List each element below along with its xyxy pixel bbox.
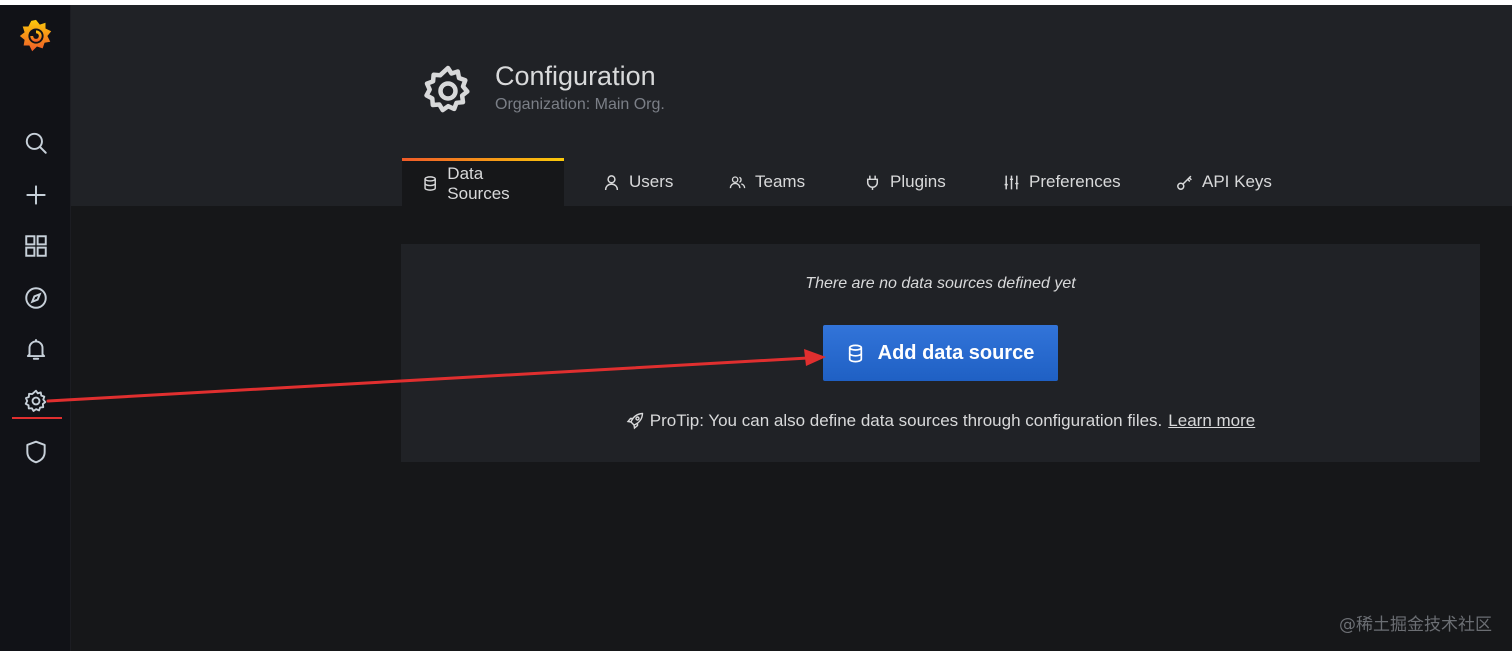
explore-icon[interactable] — [11, 276, 61, 320]
empty-state-card: There are no data sources defined yet Ad… — [401, 244, 1480, 462]
tab-preferences[interactable]: Preferences — [985, 158, 1139, 206]
tab-label: Plugins — [890, 172, 946, 191]
protip-text: ProTip: You can also define data sources… — [649, 411, 1163, 430]
tab-label: Users — [629, 172, 674, 191]
watermark: @稀土掘金技术社区 — [1339, 615, 1492, 635]
search-icon[interactable] — [11, 121, 61, 165]
shield-icon[interactable] — [11, 430, 61, 474]
sliders-icon — [1004, 175, 1019, 189]
key-icon — [1177, 175, 1192, 190]
page-subtitle: Organization: Main Org. — [495, 96, 665, 113]
add-data-source-label: Add data source — [877, 341, 1035, 364]
database-icon — [424, 176, 436, 191]
alerting-icon[interactable] — [11, 327, 61, 371]
rocket-icon — [626, 412, 643, 430]
tab-plugins[interactable]: Plugins — [846, 158, 964, 206]
database-icon — [848, 344, 862, 362]
dashboards-icon[interactable] — [11, 224, 61, 268]
tab-users[interactable]: Users — [585, 158, 691, 206]
grafana-logo[interactable] — [11, 15, 61, 59]
learn-more-link[interactable]: Learn more — [1168, 411, 1255, 431]
protip: ProTip: You can also define data sources… — [401, 411, 1480, 431]
grafana-logo-icon — [19, 19, 52, 52]
tab-api-keys[interactable]: API Keys — [1158, 158, 1290, 206]
user-icon — [604, 174, 619, 190]
plus-icon[interactable] — [11, 173, 61, 217]
gear-icon — [424, 65, 470, 113]
add-data-source-button[interactable]: Add data source — [823, 325, 1058, 381]
plug-icon — [866, 175, 879, 190]
tab-label: API Keys — [1202, 172, 1272, 191]
tab-teams[interactable]: Teams — [711, 158, 823, 206]
tab-data-sources[interactable]: Data Sources — [402, 158, 564, 206]
sidebar — [0, 5, 71, 651]
empty-state-message: There are no data sources defined yet — [805, 275, 1076, 292]
page-title: Configuration — [495, 61, 656, 91]
tab-label: Data Sources — [447, 163, 510, 203]
tab-label: Teams — [755, 172, 806, 191]
tab-label: Preferences — [1029, 172, 1121, 191]
grafana-app: Configuration Organization: Main Org. Da… — [0, 5, 1512, 651]
configuration-annotation-underline — [12, 417, 62, 419]
users-icon — [729, 175, 746, 188]
